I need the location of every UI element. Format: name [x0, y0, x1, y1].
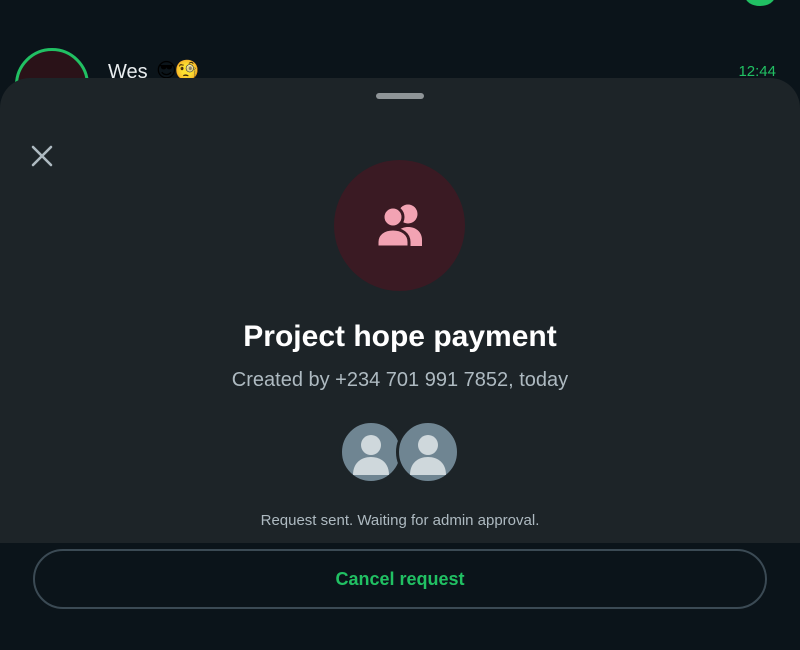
group-icon [375, 204, 422, 248]
group-request-sheet: Project hope payment Created by +234 701… [0, 78, 800, 543]
request-status-text: Request sent. Waiting for admin approval… [260, 512, 540, 529]
close-icon [31, 145, 53, 167]
person-icon [353, 435, 389, 475]
top-bar-fragment [0, 0, 800, 10]
member-avatar [396, 420, 460, 484]
sheet-footer: Cancel request [0, 543, 800, 650]
new-chat-button[interactable] [745, 0, 775, 6]
group-title: Project hope payment [243, 320, 557, 353]
group-avatar [334, 160, 465, 291]
member-avatar [339, 420, 403, 484]
logo-fragment [30, 0, 80, 4]
group-subtitle: Created by +234 701 991 7852, today [231, 369, 569, 391]
drag-handle[interactable] [376, 93, 424, 99]
cancel-request-button[interactable]: Cancel request [33, 549, 767, 609]
person-icon [410, 435, 446, 475]
close-button[interactable] [26, 140, 58, 172]
